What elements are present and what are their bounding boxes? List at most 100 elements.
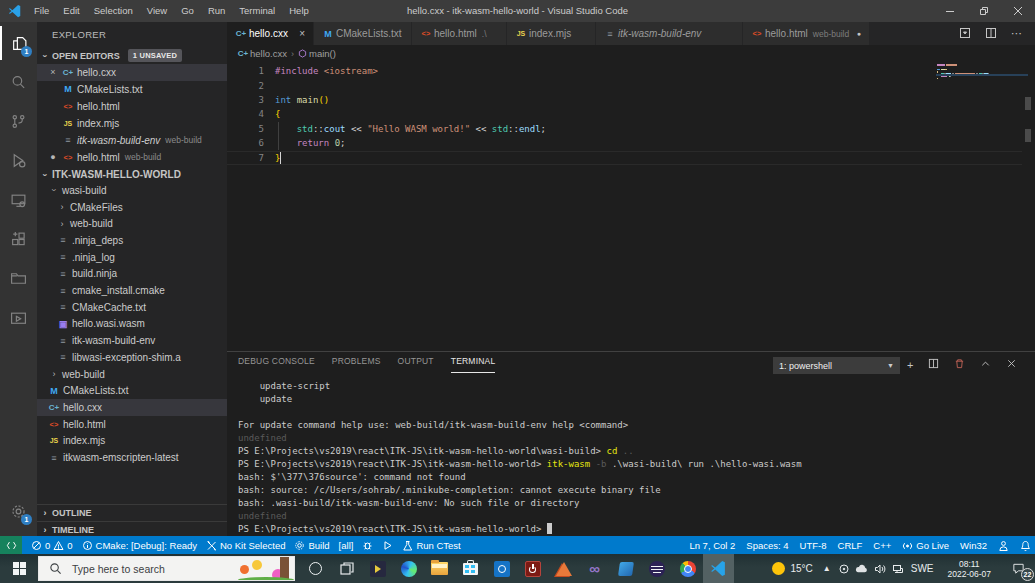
close-icon[interactable]: ×: [293, 28, 305, 39]
activity-settings[interactable]: 1: [0, 494, 37, 528]
remote-indicator[interactable]: [0, 536, 22, 554]
activity-run-debug[interactable]: [0, 144, 37, 178]
workspace-root[interactable]: › ITK-WASM-HELLO-WORLD: [37, 166, 227, 183]
breadcrumb[interactable]: C+ hello.cxx › main(): [227, 45, 1035, 62]
tab-itk-wasm-build-env[interactable]: ≡itk-wasm-build-env: [596, 22, 743, 45]
tab-hello.html[interactable]: <>hello.htmlweb-build●: [743, 22, 870, 45]
kill-terminal-icon[interactable]: [954, 357, 965, 374]
activity-search[interactable]: [0, 65, 37, 99]
status-cursor-position[interactable]: Ln 7, Col 2: [689, 540, 735, 551]
status-go-live[interactable]: Go Live: [902, 540, 949, 551]
volume-icon[interactable]: [871, 563, 889, 575]
outline-section[interactable]: › OUTLINE: [37, 504, 227, 521]
tree-item-CMakeCache.txt[interactable]: ≡CMakeCache.txt: [37, 299, 227, 316]
status-build[interactable]: Build: [294, 540, 329, 551]
tab-CMakeLists.txt[interactable]: MCMakeLists.txt: [314, 22, 412, 45]
new-terminal-icon[interactable]: +: [907, 357, 913, 374]
close-icon[interactable]: ×: [48, 67, 58, 77]
status-problems[interactable]: 00: [31, 540, 73, 551]
status-debug-target[interactable]: [362, 540, 373, 551]
network-icon[interactable]: [889, 563, 907, 575]
tree-item-itkwasm-emscripten-latest[interactable]: ≡itkwasm-emscripten-latest: [37, 449, 227, 466]
dirty-dot-icon[interactable]: ●: [851, 30, 861, 37]
split-terminal-icon[interactable]: [928, 357, 939, 374]
menu-edit[interactable]: Edit: [56, 0, 86, 22]
open-editor-hello.html[interactable]: ●<>hello.htmlweb-build: [37, 149, 227, 166]
activity-folder-view[interactable]: [0, 262, 37, 296]
open-editor-hello.html[interactable]: <>hello.html: [37, 98, 227, 115]
taskbar-app-task-view[interactable]: [331, 554, 362, 583]
tab-hello.cxx[interactable]: C+hello.cxx×: [227, 22, 314, 45]
taskbar-app-visual-studio[interactable]: ∞: [579, 554, 610, 583]
menu-go[interactable]: Go: [174, 0, 201, 22]
tree-item-wasi-build[interactable]: ›wasi-build: [37, 182, 227, 199]
taskbar-app-settings-app[interactable]: [486, 554, 517, 583]
activity-remote-explorer[interactable]: [0, 183, 37, 217]
panel-tab-terminal[interactable]: TERMINAL: [451, 356, 496, 373]
tree-item-.ninja_log[interactable]: ≡.ninja_log: [37, 249, 227, 266]
taskbar-app-chrome[interactable]: [672, 554, 703, 583]
open-editor-index.mjs[interactable]: JSindex.mjs: [37, 115, 227, 132]
tree-item-hello.cxx[interactable]: C+hello.cxx: [37, 399, 227, 416]
open-editors-header[interactable]: › OPEN EDITORS 1 UNSAVED: [37, 47, 227, 64]
tree-item-web-build[interactable]: ›web-build: [37, 366, 227, 383]
breadcrumb-file[interactable]: hello.cxx: [250, 48, 287, 59]
taskbar-app-file-explorer[interactable]: [424, 554, 455, 583]
tree-item-index.mjs[interactable]: JSindex.mjs: [37, 433, 227, 450]
tree-item-itk-wasm-build-env[interactable]: ≡itk-wasm-build-env: [37, 332, 227, 349]
hidden-icons-chevron[interactable]: ▲: [819, 564, 835, 573]
taskbar-app-eclipse[interactable]: [641, 554, 672, 583]
taskbar-app-edge[interactable]: [393, 554, 424, 583]
breadcrumb-symbol[interactable]: main(): [309, 48, 336, 59]
taskbar-app-matlab[interactable]: [548, 554, 579, 583]
tray-app-icon[interactable]: [835, 563, 853, 575]
status-cmake-status[interactable]: CMake: [Debug]: Ready: [82, 540, 197, 551]
status-indentation[interactable]: Spaces: 4: [746, 540, 788, 551]
taskbar-app-store[interactable]: [455, 554, 486, 583]
taskbar-app-cortana[interactable]: [300, 554, 331, 583]
status-platform[interactable]: Win32: [960, 540, 987, 551]
close-button[interactable]: [1001, 0, 1035, 22]
tab-hello.html[interactable]: <>hello.html.\: [412, 22, 507, 45]
keyboard-language[interactable]: SWE: [911, 563, 934, 574]
tab-index.mjs[interactable]: JSindex.mjs: [507, 22, 596, 45]
notification-center[interactable]: 22: [1001, 554, 1035, 583]
status-notifications[interactable]: [1020, 540, 1031, 551]
menu-view[interactable]: View: [140, 0, 174, 22]
weather-temp[interactable]: 15°C: [790, 563, 812, 574]
start-button[interactable]: [0, 554, 38, 583]
activity-explorer[interactable]: 1: [0, 26, 37, 60]
split-editor-icon[interactable]: [985, 25, 997, 43]
tree-item-CMakeLists.txt[interactable]: MCMakeLists.txt: [37, 382, 227, 399]
taskbar-search[interactable]: Type here to search: [38, 556, 295, 581]
tree-item-hello.wasi.wasm[interactable]: ▣hello.wasi.wasm: [37, 316, 227, 333]
open-editor-CMakeLists.txt[interactable]: MCMakeLists.txt: [37, 81, 227, 98]
tree-item-web-build[interactable]: ›web-build: [37, 215, 227, 232]
activity-preview[interactable]: [0, 301, 37, 335]
run-below-icon[interactable]: [959, 25, 971, 43]
taskbar-app-vscode[interactable]: [703, 554, 734, 583]
status-language-mode[interactable]: C++: [873, 540, 891, 551]
onedrive-icon[interactable]: [853, 564, 871, 574]
activity-extensions[interactable]: [0, 223, 37, 257]
taskbar-clock[interactable]: 08:11 2022-06-07: [948, 559, 991, 579]
menu-selection[interactable]: Selection: [87, 0, 140, 22]
close-panel-icon[interactable]: [1006, 357, 1017, 374]
tree-item-cmake_install.cmake[interactable]: ≡cmake_install.cmake: [37, 282, 227, 299]
status-encoding[interactable]: UTF-8: [800, 540, 827, 551]
restore-button[interactable]: [967, 0, 1001, 22]
panel-tab-output[interactable]: OUTPUT: [398, 356, 434, 373]
status-ctest[interactable]: Run CTest: [402, 540, 460, 551]
menu-terminal[interactable]: Terminal: [232, 0, 282, 22]
dirty-dot-icon[interactable]: ●: [48, 152, 58, 162]
tree-item-CMakeFiles[interactable]: ›CMakeFiles: [37, 199, 227, 216]
tree-item-.ninja_deps[interactable]: ≡.ninja_deps: [37, 232, 227, 249]
status-eol[interactable]: CRLF: [838, 540, 863, 551]
menu-run[interactable]: Run: [201, 0, 232, 22]
maximize-panel-icon[interactable]: [980, 357, 991, 374]
panel-tab-problems[interactable]: PROBLEMS: [332, 356, 381, 373]
menu-help[interactable]: Help: [282, 0, 316, 22]
open-editor-itk-wasm-build-env[interactable]: ≡itk-wasm-build-envweb-build: [37, 132, 227, 149]
activity-source-control[interactable]: [0, 105, 37, 139]
open-editor-hello.cxx[interactable]: ×C+hello.cxx: [37, 64, 227, 81]
